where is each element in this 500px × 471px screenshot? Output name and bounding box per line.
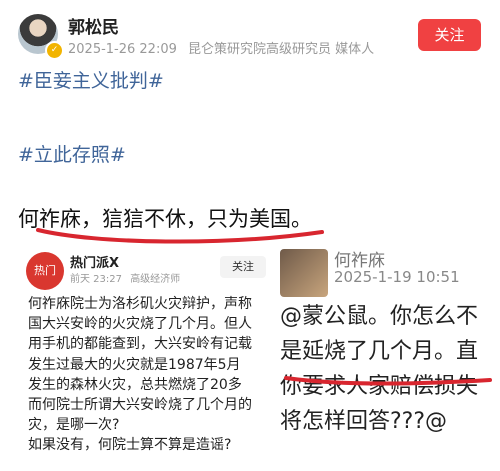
follow-button[interactable]: 关注 — [418, 19, 481, 51]
quoted-post-right: 何祚庥 2025-1-19 10:51 @蒙公鼠。你怎么不 是延烧了几个月。直 … — [272, 244, 500, 471]
quoted-line: 何祚庥院士为洛杉矶火灾辩护，声称 — [28, 296, 252, 312]
quoted-line: @蒙公鼠。你怎么不 — [280, 304, 479, 329]
hashtag-link[interactable]: #臣妾主义批判# — [18, 66, 164, 93]
red-underline-mark — [284, 376, 492, 386]
quoted-text: @蒙公鼠。你怎么不 是延烧了几个月。直 你要求人家赔偿损失 将怎样回答???@ — [280, 299, 500, 439]
quoted-meta: 前天 23:27 高级经济师 — [70, 270, 185, 285]
hashtag-link[interactable]: #立此存照# — [18, 140, 126, 167]
post-image[interactable]: 热门 热门派X 前天 23:27 高级经济师 关注 何祚庥院士为洛杉矶火灾辩护，… — [18, 244, 500, 471]
quoted-line: 发生的森林火灾，总共燃烧了20多 — [28, 376, 242, 393]
quoted-line: 发生过最大的火灾就是1987年5月 — [28, 356, 241, 373]
quoted-avatar: 热门 — [26, 252, 64, 290]
author-title: 昆仑策研究院高级研究员 媒体人 — [188, 42, 375, 57]
author-name[interactable]: 郭松民 — [68, 13, 119, 38]
quoted-line: 是延烧了几个月。直 — [280, 339, 479, 364]
post-meta: 2025-1-26 22:09 昆仑策研究院高级研究员 媒体人 — [68, 38, 381, 57]
quoted-author-title: 高级经济师 — [130, 274, 181, 285]
post-timestamp: 2025-1-26 22:09 — [68, 42, 177, 57]
quoted-line: 将怎样回答???@ — [280, 409, 448, 434]
quoted-follow-button: 关注 — [220, 256, 266, 278]
quoted-avatar — [280, 249, 328, 297]
quoted-timestamp: 2025-1-19 10:51 — [334, 268, 460, 286]
verified-badge-icon: ✓ — [45, 41, 64, 60]
quoted-line: 灾，是哪一次? — [28, 417, 120, 434]
quoted-line: 用手机的都能查到，大兴安岭有记载 — [28, 336, 252, 353]
quoted-line: 国大兴安岭的火灾烧了几个月。但人 — [28, 316, 252, 333]
quoted-line: 如果没有，何院士算不算是造谣? — [28, 437, 232, 454]
red-underline-mark — [36, 228, 324, 244]
quoted-timestamp: 前天 23:27 — [70, 274, 122, 285]
quoted-line: 而何院士所谓大兴安岭烧了几个月的 — [28, 397, 252, 414]
quoted-post-left: 热门 热门派X 前天 23:27 高级经济师 关注 何祚庥院士为洛杉矶火灾辩护，… — [18, 244, 278, 471]
quoted-text: 何祚庥院士为洛杉矶火灾辩护，声称 国大兴安岭的火灾烧了几个月。但人 用手机的都能… — [28, 294, 288, 456]
quoted-author-name: 热门派X — [70, 256, 120, 271]
